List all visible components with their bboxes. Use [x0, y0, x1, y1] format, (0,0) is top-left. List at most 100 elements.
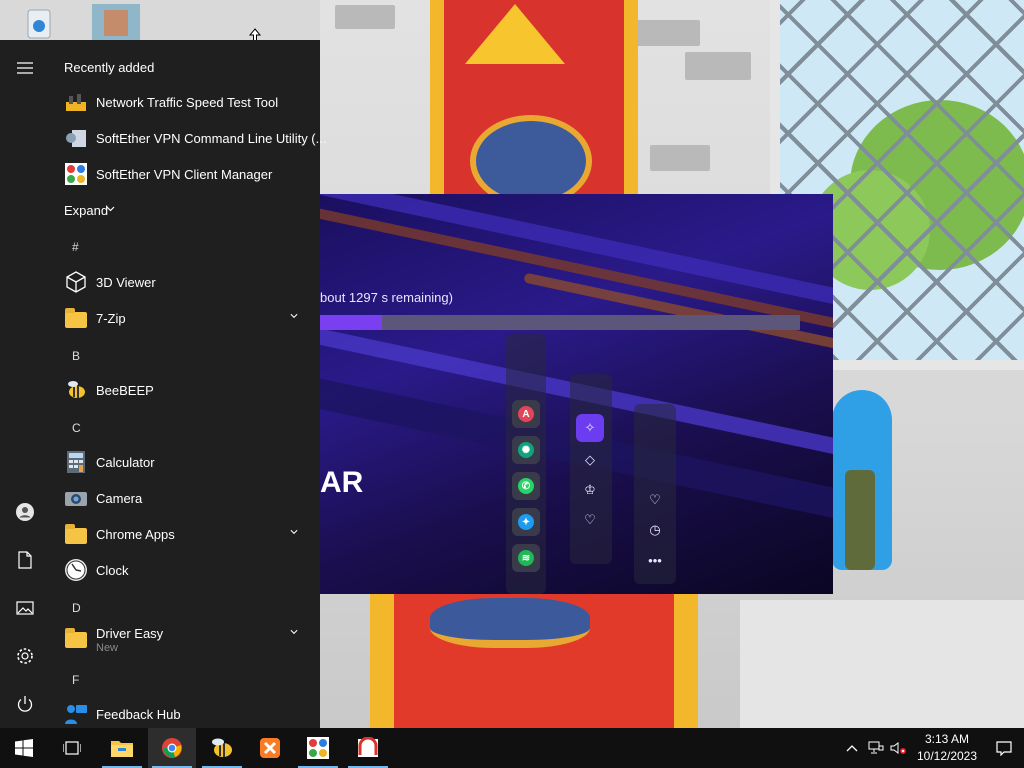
app-list: Recently added Network Traffic Speed Tes… — [50, 40, 326, 728]
notification-center-icon[interactable] — [996, 740, 1012, 756]
start-button[interactable] — [0, 728, 48, 768]
app-chrome-apps-folder[interactable]: Chrome Apps — [50, 516, 312, 552]
new-badge: New — [96, 642, 119, 654]
section-letter[interactable]: C — [72, 421, 81, 435]
speed-test-icon — [64, 90, 88, 114]
app-camera[interactable]: Camera — [50, 480, 312, 516]
app-label: 3D Viewer — [96, 274, 156, 290]
heart-badge-icon[interactable]: ♡ — [576, 506, 604, 534]
feature-column: ✧ ◇ ♔ ♡ — [570, 374, 612, 564]
app-softether-cli[interactable]: SoftEther VPN Command Line Utility (... — [50, 120, 326, 156]
progress-text: bout 1297 s remaining) — [320, 290, 453, 305]
section-letter[interactable]: B — [72, 349, 80, 363]
settings-gear-icon[interactable] — [0, 636, 50, 676]
app-window-icon — [358, 737, 378, 757]
alarm-clock-icon — [64, 558, 88, 582]
character-cloak — [845, 470, 875, 570]
app-beebeep[interactable]: BeeBEEP — [50, 372, 312, 408]
app-3d-viewer[interactable]: 3D Viewer — [50, 264, 312, 300]
volume-muted-icon[interactable] — [890, 740, 906, 756]
account-icon[interactable] — [0, 492, 50, 532]
network-icon[interactable] — [868, 740, 884, 756]
chatgpt-icon[interactable]: ✺ — [512, 436, 540, 464]
wall-brick — [685, 52, 751, 80]
beebeep-taskbar-button[interactable] — [198, 728, 246, 768]
file-explorer-button[interactable] — [98, 728, 146, 768]
chevron-down-icon — [290, 629, 298, 635]
calculator-icon — [64, 450, 88, 474]
app-label: SoftEther VPN Command Line Utility (... — [96, 130, 327, 146]
task-view-button[interactable] — [48, 728, 96, 768]
start-rail — [0, 40, 50, 728]
progress-fill — [320, 315, 383, 330]
softether-cli-icon — [64, 126, 88, 150]
section-letter[interactable]: F — [72, 673, 79, 687]
crown-icon[interactable]: ♔ — [576, 476, 604, 504]
expand-button[interactable]: Expand — [50, 192, 312, 228]
clock-time: 3:13 AM — [924, 732, 970, 746]
wall-brick — [630, 20, 700, 46]
softether-client-icon — [307, 737, 329, 759]
chevron-down-icon — [106, 206, 115, 212]
section-letter[interactable]: D — [72, 601, 81, 615]
footstool — [430, 598, 590, 648]
hamburger-menu-icon[interactable] — [0, 48, 50, 88]
app-label: BeeBEEP — [96, 382, 154, 398]
cube-icon — [64, 270, 88, 294]
softether-client-icon — [64, 162, 88, 186]
whatsapp-icon[interactable]: ✆ — [512, 472, 540, 500]
xampp-button[interactable] — [246, 728, 294, 768]
title-text: AR — [320, 466, 364, 499]
softether-taskbar-button[interactable] — [294, 728, 342, 768]
chevron-down-icon — [290, 313, 298, 319]
anydesk-button[interactable] — [344, 728, 392, 768]
crown-decoration — [465, 4, 565, 64]
recycle-bin-icon[interactable] — [18, 2, 58, 42]
feedback-hub-icon — [64, 702, 88, 726]
folder-icon — [64, 306, 88, 330]
documents-icon[interactable] — [0, 540, 50, 580]
chevron-down-icon — [290, 529, 298, 535]
power-icon[interactable] — [0, 684, 50, 724]
chrome-icon — [162, 738, 182, 758]
chevron-up-icon[interactable] — [844, 740, 860, 756]
clock-icon[interactable]: ◷ — [641, 516, 669, 544]
user-photo-icon[interactable] — [92, 0, 140, 40]
a-app-icon[interactable]: A — [512, 400, 540, 428]
heart-icon[interactable]: ♡ — [641, 486, 669, 514]
windows-logo-icon — [15, 739, 33, 757]
bee-icon — [64, 378, 88, 402]
app-network-traffic-speed-test[interactable]: Network Traffic Speed Test Tool — [50, 84, 312, 120]
app-label: Driver Easy — [96, 626, 164, 641]
app-softether-client[interactable]: SoftEther VPN Client Manager — [50, 156, 312, 192]
camera-icon — [64, 486, 88, 510]
clock[interactable]: 3:13 AM 10/12/2023 — [912, 728, 992, 768]
app-label: 7-Zip — [96, 310, 126, 326]
app-clock[interactable]: Clock — [50, 552, 312, 588]
app-7zip-folder[interactable]: 7-Zip — [50, 300, 312, 336]
action-column: ♡ ◷ ••• — [634, 404, 676, 584]
pictures-icon[interactable] — [0, 588, 50, 628]
media-window[interactable]: bout 1297 s remaining) AR A ✺ ✆ ✦ ≋ ✧ ◇ … — [320, 194, 833, 594]
app-calculator[interactable]: Calculator — [50, 444, 312, 480]
folder-icon — [64, 626, 88, 650]
folder-icon — [64, 522, 88, 546]
app-driver-easy-folder[interactable]: Driver Easy New — [50, 616, 312, 660]
diamond-icon[interactable]: ◇ — [576, 446, 604, 474]
expand-label: Expand — [64, 202, 109, 218]
section-letter[interactable]: # — [72, 240, 79, 254]
sparkle-icon[interactable]: ✧ — [576, 414, 604, 442]
wall-brick — [335, 5, 395, 29]
app-label: Clock — [96, 562, 129, 578]
app-feedback-hub[interactable]: Feedback Hub — [50, 696, 312, 732]
app-label: Network Traffic Speed Test Tool — [96, 94, 279, 110]
spotify-icon[interactable]: ≋ — [512, 544, 540, 572]
more-icon[interactable]: ••• — [641, 546, 669, 574]
floor-steps — [740, 600, 1024, 728]
twitter-icon[interactable]: ✦ — [512, 508, 540, 536]
chrome-button[interactable] — [148, 728, 196, 768]
app-label: SoftEther VPN Client Manager — [96, 166, 273, 182]
xampp-icon — [260, 738, 280, 758]
app-label: Calculator — [96, 454, 155, 470]
app-label: Camera — [96, 490, 143, 506]
